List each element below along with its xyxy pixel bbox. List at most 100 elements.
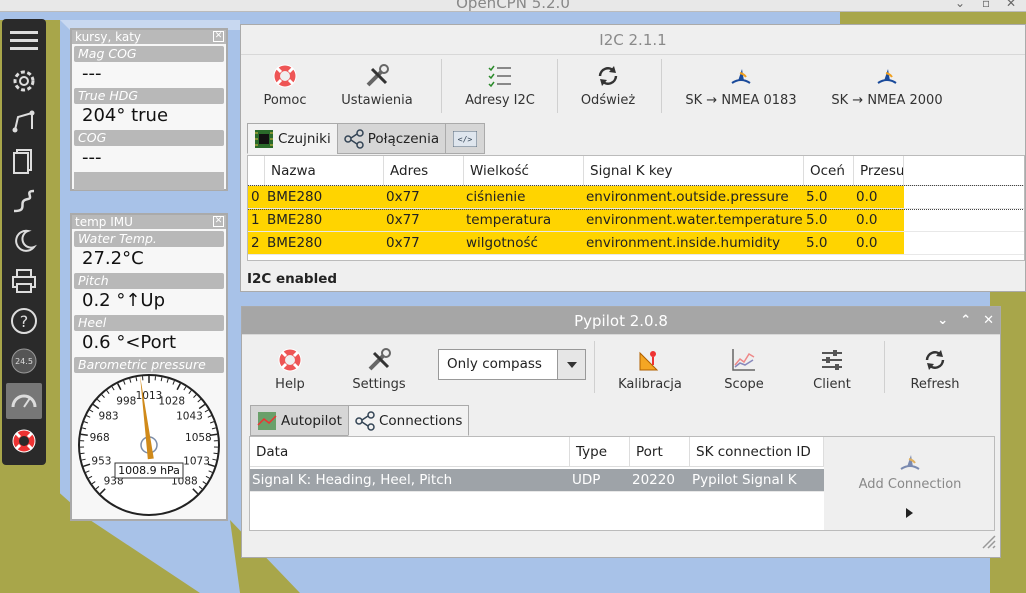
- cell-signalk-key: environment.inside.humidity: [584, 232, 804, 254]
- window-title[interactable]: I2C 2.1.1: [241, 25, 1025, 55]
- tab-connections[interactable]: Connections: [347, 405, 470, 436]
- tab-autopilot[interactable]: Autopilot: [250, 405, 349, 436]
- help-label: Pomoc: [263, 93, 307, 108]
- cell-offset: 0.0: [854, 186, 904, 208]
- i2c-addresses-button[interactable]: Adresy I2C: [457, 61, 543, 108]
- tools-icon: [366, 64, 389, 87]
- column-header[interactable]: Adres: [384, 156, 464, 185]
- maximize-icon[interactable]: ▫: [982, 0, 990, 10]
- refresh-icon: [598, 66, 618, 86]
- settings-label: Settings: [352, 377, 406, 392]
- sk-to-nmea0183-label: SK → NMEA 0183: [685, 93, 797, 108]
- add-connection-label: Add Connection: [858, 477, 962, 492]
- refresh-button[interactable]: Odśwież: [575, 61, 641, 108]
- gauge-tick-label: 983: [99, 411, 119, 423]
- help-button[interactable]: Help: [262, 345, 318, 392]
- column-header[interactable]: Type: [570, 437, 630, 466]
- lifebuoy-icon[interactable]: [6, 423, 42, 459]
- cell-data: Signal K: Heading, Heel, Pitch: [250, 469, 570, 491]
- cell-address: 0x77: [384, 232, 464, 254]
- tab-connections-label: Connections: [378, 412, 463, 429]
- add-connection-button[interactable]: Add Connection: [824, 449, 994, 492]
- sk-to-nmea2000-button[interactable]: SK → NMEA 2000: [825, 61, 949, 108]
- column-header[interactable]: Oceń: [804, 156, 854, 185]
- settings-gear-icon[interactable]: [6, 63, 42, 99]
- chevron-down-icon[interactable]: [557, 350, 585, 379]
- cell-name: BME280: [265, 232, 384, 254]
- expand-arrow-icon[interactable]: [906, 507, 914, 522]
- instrument-label: True HDG: [74, 88, 224, 104]
- refresh-icon: [925, 350, 945, 370]
- dashboard-pane-imu: temp IMU ✕ Water Temp. 27.2°C Pitch 0.2 …: [70, 213, 228, 521]
- instrument-value: 27.2°C: [82, 248, 144, 269]
- tab-autopilot-label: Autopilot: [281, 412, 342, 429]
- tab-code[interactable]: </>: [445, 123, 486, 154]
- tab-connections-label: Połączenia: [367, 130, 440, 147]
- cell-address: 0x77: [384, 186, 464, 208]
- maximize-icon[interactable]: ⌃: [960, 313, 971, 328]
- i2c-window: I2C 2.1.1 Pomoc Ustawienia Adresy I2C Od…: [240, 24, 1026, 292]
- instrument-value: 0.2 °↑Up: [82, 290, 166, 311]
- table-row[interactable]: Signal K: Heading, Heel, Pitch UDP 20220…: [250, 469, 824, 492]
- cell-port: 20220: [630, 469, 690, 491]
- tab-connections[interactable]: Połączenia: [336, 123, 447, 154]
- close-icon[interactable]: ✕: [1006, 0, 1016, 10]
- resize-grip-icon[interactable]: [980, 533, 996, 553]
- column-header[interactable]: Przesu: [854, 156, 904, 185]
- instrument-value: ---: [82, 147, 102, 168]
- cell-quantity: wilgotność: [464, 232, 584, 254]
- minimize-icon[interactable]: ⌄: [937, 313, 948, 328]
- signalk-icon: [731, 69, 751, 84]
- table-row[interactable]: 0 BME280 0x77 ciśnienie environment.outside.…: [248, 185, 1024, 210]
- column-header[interactable]: Nazwa: [265, 156, 384, 185]
- column-header[interactable]: Wielkość: [464, 156, 584, 185]
- minimize-icon[interactable]: ⌄: [955, 0, 965, 10]
- barometer-gauge: 938953968983998 101310281043105810731088 …: [78, 374, 220, 516]
- column-header[interactable]: Data: [250, 437, 570, 466]
- close-icon[interactable]: ✕: [213, 31, 224, 42]
- cell-quantity: ciśnienie: [464, 186, 584, 208]
- checklist-icon: [488, 65, 511, 88]
- gauge-tick-label: 1043: [176, 411, 203, 423]
- instrument-value: ---: [82, 63, 102, 84]
- cell-rate: 5.0: [804, 209, 854, 231]
- refresh-button[interactable]: Refresh: [902, 345, 968, 392]
- close-icon[interactable]: ✕: [213, 216, 224, 227]
- calibration-button[interactable]: Kalibracja: [612, 345, 688, 392]
- print-icon[interactable]: [6, 263, 42, 299]
- scope-button[interactable]: Scope: [714, 345, 774, 392]
- cell-address: 0x77: [384, 209, 464, 231]
- app-title: OpenCPN 5.2.0: [456, 0, 570, 12]
- help-icon[interactable]: ?: [6, 303, 42, 339]
- settings-button[interactable]: Settings: [344, 345, 414, 392]
- gauge-tick-label: 1073: [183, 455, 210, 467]
- svg-text:</>: </>: [458, 135, 473, 144]
- dashboard-icon[interactable]: [6, 383, 42, 419]
- tab-sensors[interactable]: Czujniki: [247, 123, 338, 154]
- documents-icon[interactable]: [6, 143, 42, 179]
- client-label: Client: [813, 377, 851, 392]
- client-button[interactable]: Client: [802, 345, 862, 392]
- close-icon[interactable]: ✕: [983, 313, 994, 328]
- dashboard-pane-headings: kursy, katy ✕ Mag COG --- True HDG 204° …: [70, 28, 228, 191]
- dashboard-title-bar[interactable]: temp IMU ✕: [72, 215, 226, 229]
- sk-to-nmea0183-button[interactable]: SK → NMEA 0183: [681, 61, 801, 108]
- column-header[interactable]: SK connection ID: [690, 437, 824, 466]
- route-icon[interactable]: [6, 103, 42, 139]
- calibration-icon: [639, 351, 659, 371]
- mode-select[interactable]: Only compass: [438, 349, 586, 380]
- table-row[interactable]: 2 BME280 0x77 wilgotność environment.inside.…: [248, 232, 1024, 255]
- night-mode-icon[interactable]: [6, 223, 42, 259]
- column-header[interactable]: Port: [630, 437, 690, 466]
- table-row[interactable]: 1 BME280 0x77 temperatura environment.water.…: [248, 209, 1024, 232]
- track-icon[interactable]: [6, 183, 42, 219]
- dashboard-title-bar[interactable]: kursy, katy ✕: [72, 30, 226, 44]
- window-title[interactable]: Pypilot 2.0.8: [242, 307, 1000, 335]
- settings-button[interactable]: Ustawienia: [337, 61, 417, 108]
- menu-icon[interactable]: [6, 23, 42, 59]
- compass-icon[interactable]: 24.5: [6, 343, 42, 379]
- window-controls: ⌄ ⌃ ✕: [937, 313, 994, 328]
- help-button[interactable]: Pomoc: [257, 61, 313, 108]
- column-header[interactable]: Signal K key: [584, 156, 804, 185]
- settings-label: Ustawienia: [341, 93, 413, 108]
